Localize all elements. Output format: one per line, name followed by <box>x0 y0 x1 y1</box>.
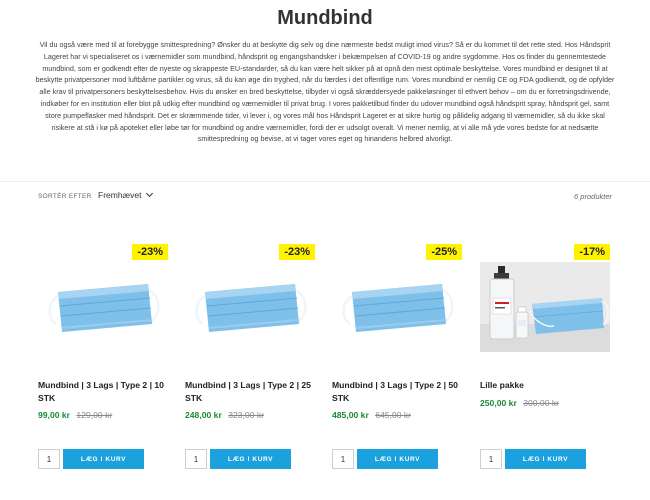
mask-image[interactable] <box>38 262 168 352</box>
add-to-cart-button[interactable]: LÆG I KURV <box>63 449 144 469</box>
package-image[interactable] <box>480 262 610 352</box>
divider <box>0 181 650 182</box>
product-name[interactable]: Mundbind | 3 Lags | Type 2 | 10 STK <box>38 379 168 404</box>
original-price: 300,00 kr <box>523 398 560 408</box>
price-row: 248,00 kr 323,00 kr <box>185 410 264 420</box>
category-description: Vil du også være med til at forebygge sm… <box>35 40 615 144</box>
price-row: 485,00 kr 645,00 kr <box>332 410 411 420</box>
sale-price: 99,00 kr <box>38 410 71 420</box>
discount-badge: -25% <box>426 244 462 260</box>
product-name[interactable]: Lille pakke <box>480 379 610 392</box>
sale-price: 485,00 kr <box>332 410 369 420</box>
page-title: Mundbind <box>277 7 373 29</box>
mask-image[interactable] <box>185 262 315 352</box>
sort-select-value: Fremhævet <box>98 190 142 200</box>
sale-price: 250,00 kr <box>480 398 517 408</box>
quantity-input[interactable] <box>480 449 502 469</box>
add-to-cart-button[interactable]: LÆG I KURV <box>505 449 586 469</box>
quantity-input[interactable] <box>185 449 207 469</box>
price-row: 99,00 kr 129,00 kr <box>38 410 112 420</box>
chevron-down-icon <box>146 189 154 198</box>
mask-image[interactable] <box>332 262 462 352</box>
original-price: 129,00 kr <box>76 410 113 420</box>
sale-price: 248,00 kr <box>185 410 222 420</box>
add-to-cart-button[interactable]: LÆG I KURV <box>210 449 291 469</box>
discount-badge: -23% <box>279 244 315 260</box>
product-name[interactable]: Mundbind | 3 Lags | Type 2 | 50 STK <box>332 379 462 404</box>
quantity-input[interactable] <box>332 449 354 469</box>
sort-label: SORTÉR EFTER <box>38 193 92 200</box>
original-price: 323,00 kr <box>228 410 265 420</box>
quantity-input[interactable] <box>38 449 60 469</box>
product-count: 6 produkter <box>574 192 612 201</box>
original-price: 645,00 kr <box>375 410 412 420</box>
discount-badge: -23% <box>132 244 168 260</box>
discount-badge: -17% <box>574 244 610 260</box>
price-row: 250,00 kr 300,00 kr <box>480 398 559 408</box>
sort-select[interactable]: Fremhævet <box>98 189 154 200</box>
product-name[interactable]: Mundbind | 3 Lags | Type 2 | 25 STK <box>185 379 315 404</box>
add-to-cart-button[interactable]: LÆG I KURV <box>357 449 438 469</box>
